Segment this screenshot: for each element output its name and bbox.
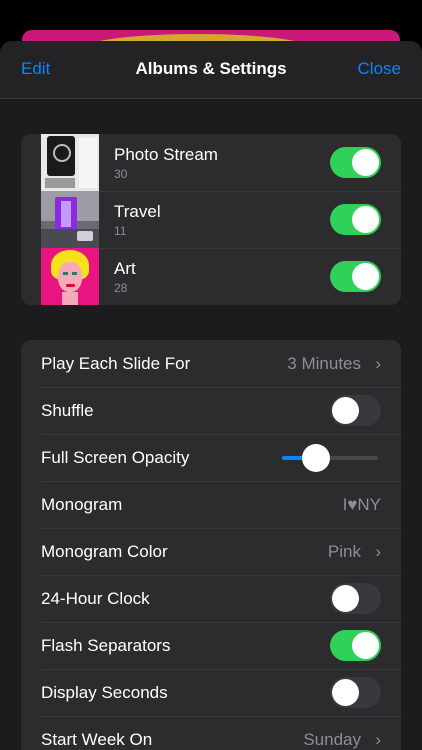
shuffle-label: Shuffle [41,401,94,420]
album-thumbnail-travel [41,191,99,248]
album-row-travel[interactable]: Travel 11 [21,191,401,248]
display-seconds-toggle[interactable] [330,677,381,708]
toggle-knob [352,149,379,176]
settings-sheet: Edit Albums & Settings Close Photo Strea… [0,41,422,750]
opacity-slider-thumb[interactable] [301,444,330,472]
chevron-right-icon: › [375,730,381,749]
nav-bar: Edit Albums & Settings Close [0,41,422,99]
album-name: Photo Stream [114,145,218,164]
toggle-knob [352,206,379,233]
album-thumbnail-photo-stream [41,134,99,191]
start-week-label: Start Week On [41,730,153,749]
album-count: 28 [114,281,128,295]
album-toggle-travel[interactable] [330,204,381,235]
album-toggle-art[interactable] [330,261,381,292]
toggle-knob [352,632,379,659]
toggle-knob [332,585,359,612]
toggle-knob [352,263,379,290]
settings-list: Play Each Slide For 3 Minutes › Shuffle … [21,340,401,750]
opacity-slider[interactable] [282,444,378,472]
full-screen-opacity-label: Full Screen Opacity [41,448,190,467]
toggle-knob [332,679,359,706]
flash-separators-toggle[interactable] [330,630,381,661]
album-row-photo-stream[interactable]: Photo Stream 30 [21,134,401,191]
play-each-slide-value: 3 Minutes [287,354,361,373]
screen: Edit Albums & Settings Close Photo Strea… [0,0,422,750]
clock-24h-toggle[interactable] [330,583,381,614]
chevron-right-icon: › [375,542,381,561]
monogram-value: I♥NY [342,495,381,514]
monogram-color-row[interactable]: Monogram Color Pink › [21,528,401,575]
full-screen-opacity-row: Full Screen Opacity [21,434,401,481]
play-each-slide-row[interactable]: Play Each Slide For 3 Minutes › [21,340,401,387]
toggle-knob [332,397,359,424]
album-name: Travel [114,202,161,221]
monogram-color-label: Monogram Color [41,542,168,561]
monogram-label: Monogram [41,495,123,514]
clock-24h-label: 24-Hour Clock [41,589,150,608]
start-week-value: Sunday [303,730,361,749]
flash-separators-row: Flash Separators [21,622,401,669]
album-count: 11 [114,224,127,238]
clock-24h-row: 24-Hour Clock [21,575,401,622]
shuffle-toggle[interactable] [330,395,381,426]
display-seconds-label: Display Seconds [41,683,168,702]
play-each-slide-label: Play Each Slide For [41,354,191,373]
albums-list: Photo Stream 30 Travel 11 Art 28 [21,134,401,305]
shuffle-row: Shuffle [21,387,401,434]
album-count: 30 [114,167,128,181]
album-row-art[interactable]: Art 28 [21,248,401,305]
display-seconds-row: Display Seconds [21,669,401,716]
start-week-row[interactable]: Start Week On Sunday › [21,716,401,750]
album-toggle-photo-stream[interactable] [330,147,381,178]
close-button[interactable]: Close [358,59,401,79]
album-thumbnail-art [41,248,99,305]
chevron-right-icon: › [375,354,381,373]
monogram-row[interactable]: Monogram I♥NY [21,481,401,528]
album-name: Art [114,259,136,278]
monogram-color-value: Pink [327,542,361,561]
flash-separators-label: Flash Separators [41,636,171,655]
